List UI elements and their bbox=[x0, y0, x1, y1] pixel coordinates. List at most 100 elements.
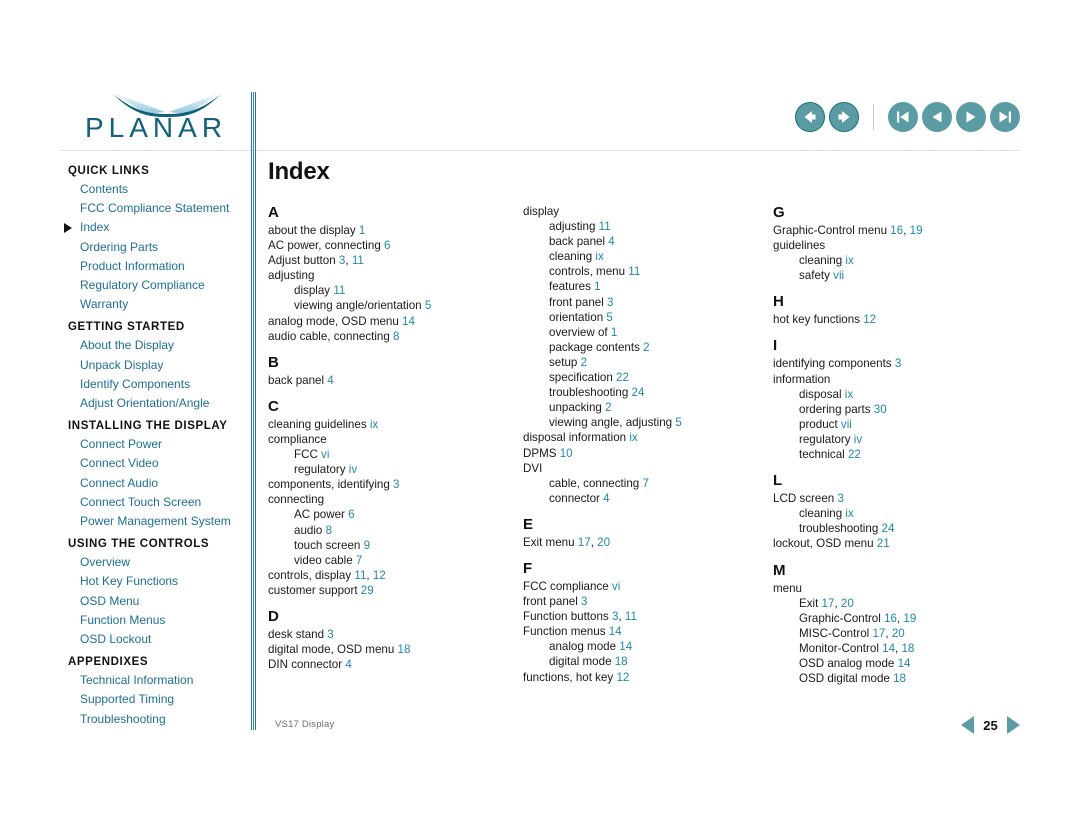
index-entry[interactable]: functions, hot key 12 bbox=[523, 670, 773, 685]
index-page-reference[interactable]: 5 bbox=[422, 299, 431, 312]
index-page-reference[interactable]: 3 bbox=[324, 628, 333, 641]
previous-page-button[interactable] bbox=[922, 102, 952, 132]
index-page-reference[interactable]: 8 bbox=[390, 330, 399, 343]
index-page-reference[interactable]: 18 bbox=[890, 672, 906, 685]
index-entry[interactable]: setup 2 bbox=[523, 355, 773, 370]
index-entry[interactable]: connector 4 bbox=[523, 491, 773, 506]
index-page-reference[interactable]: 12 bbox=[860, 313, 876, 326]
sidebar-item-adjust-orientation-angle[interactable]: Adjust Orientation/Angle bbox=[68, 394, 248, 413]
index-page-reference[interactable]: 12 bbox=[613, 671, 629, 684]
index-page-reference[interactable]: ix bbox=[842, 254, 853, 267]
forward-button[interactable] bbox=[829, 102, 859, 132]
index-entry[interactable]: adjusting bbox=[268, 268, 523, 283]
index-page-reference[interactable]: 7 bbox=[639, 477, 648, 490]
sidebar-item-supported-timing[interactable]: Supported Timing bbox=[68, 690, 248, 709]
sidebar-item-function-menus[interactable]: Function Menus bbox=[68, 611, 248, 630]
index-entry[interactable]: menu bbox=[773, 581, 1020, 596]
index-entry[interactable]: controls, display 11, 12 bbox=[268, 568, 523, 583]
index-page-reference[interactable]: 18 bbox=[394, 643, 411, 656]
index-page-reference[interactable]: 20 bbox=[889, 627, 905, 640]
sidebar-item-hot-key-functions[interactable]: Hot Key Functions bbox=[68, 572, 248, 591]
sidebar-item-technical-information[interactable]: Technical Information bbox=[68, 671, 248, 690]
index-entry[interactable]: back panel 4 bbox=[523, 234, 773, 249]
index-page-reference[interactable]: 24 bbox=[628, 386, 645, 399]
index-page-reference[interactable]: ix bbox=[842, 388, 853, 401]
index-entry[interactable]: connecting bbox=[268, 492, 523, 507]
index-entry[interactable]: AC power 6 bbox=[268, 507, 523, 522]
sidebar-item-regulatory-compliance[interactable]: Regulatory Compliance bbox=[68, 276, 248, 295]
index-page-reference[interactable]: 24 bbox=[878, 522, 895, 535]
index-entry[interactable]: Exit menu 17, 20 bbox=[523, 535, 773, 550]
index-entry[interactable]: Adjust button 3, 11 bbox=[268, 253, 523, 268]
index-entry[interactable]: about the display 1 bbox=[268, 223, 523, 238]
index-entry[interactable]: DPMS 10 bbox=[523, 446, 773, 461]
index-entry[interactable]: troubleshooting 24 bbox=[773, 521, 1020, 536]
index-entry[interactable]: Monitor-Control 14, 18 bbox=[773, 641, 1020, 656]
index-page-reference[interactable]: ix bbox=[367, 418, 378, 431]
sidebar-item-overview[interactable]: Overview bbox=[68, 553, 248, 572]
index-page-reference[interactable]: 29 bbox=[358, 584, 374, 597]
index-page-reference[interactable]: 14 bbox=[894, 657, 911, 670]
index-page-reference[interactable]: 3 bbox=[390, 478, 399, 491]
index-entry[interactable]: DIN connector 4 bbox=[268, 657, 523, 672]
index-entry[interactable]: troubleshooting 24 bbox=[523, 385, 773, 400]
index-page-reference[interactable]: 3 bbox=[336, 254, 345, 267]
last-page-button[interactable] bbox=[990, 102, 1020, 132]
index-page-reference[interactable]: 3 bbox=[609, 610, 618, 623]
index-page-reference[interactable]: 30 bbox=[871, 403, 887, 416]
index-entry[interactable]: front panel 3 bbox=[523, 295, 773, 310]
index-page-reference[interactable]: 19 bbox=[900, 612, 916, 625]
sidebar-item-index[interactable]: Index bbox=[64, 218, 248, 237]
index-page-reference[interactable]: 7 bbox=[353, 554, 362, 567]
index-entry[interactable]: customer support 29 bbox=[268, 583, 523, 598]
index-entry[interactable]: safety vii bbox=[773, 268, 1020, 283]
index-entry[interactable]: identifying components 3 bbox=[773, 356, 1020, 371]
index-entry[interactable]: display 11 bbox=[268, 283, 523, 298]
back-button[interactable] bbox=[795, 102, 825, 132]
index-entry[interactable]: adjusting 11 bbox=[523, 219, 773, 234]
index-page-reference[interactable]: ix bbox=[626, 431, 637, 444]
index-entry[interactable]: guidelines bbox=[773, 238, 1020, 253]
index-entry[interactable]: cleaning ix bbox=[773, 253, 1020, 268]
index-entry[interactable]: analog mode, OSD menu 14 bbox=[268, 314, 523, 329]
index-page-reference[interactable]: 3 bbox=[578, 595, 587, 608]
index-entry[interactable]: desk stand 3 bbox=[268, 627, 523, 642]
index-entry[interactable]: cleaning ix bbox=[773, 506, 1020, 521]
index-entry[interactable]: video cable 7 bbox=[268, 553, 523, 568]
index-page-reference[interactable]: 3 bbox=[892, 357, 901, 370]
index-entry[interactable]: compliance bbox=[268, 432, 523, 447]
index-entry[interactable]: package contents 2 bbox=[523, 340, 773, 355]
index-entry[interactable]: front panel 3 bbox=[523, 594, 773, 609]
index-entry[interactable]: OSD digital mode 18 bbox=[773, 671, 1020, 686]
index-entry[interactable]: overview of 1 bbox=[523, 325, 773, 340]
index-page-reference[interactable]: 2 bbox=[640, 341, 649, 354]
index-entry[interactable]: cable, connecting 7 bbox=[523, 476, 773, 491]
index-page-reference[interactable]: 18 bbox=[612, 655, 628, 668]
index-entry[interactable]: viewing angle/orientation 5 bbox=[268, 298, 523, 313]
index-page-reference[interactable]: vi bbox=[609, 580, 620, 593]
index-page-reference[interactable]: 3 bbox=[834, 492, 843, 505]
index-entry[interactable]: digital mode, OSD menu 18 bbox=[268, 642, 523, 657]
index-page-reference[interactable]: 22 bbox=[845, 448, 861, 461]
index-entry[interactable]: hot key functions 12 bbox=[773, 312, 1020, 327]
sidebar-item-identify-components[interactable]: Identify Components bbox=[68, 375, 248, 394]
index-entry[interactable]: Exit 17, 20 bbox=[773, 596, 1020, 611]
index-entry[interactable]: cleaning guidelines ix bbox=[268, 417, 523, 432]
index-entry[interactable]: back panel 4 bbox=[268, 373, 523, 388]
sidebar-item-osd-menu[interactable]: OSD Menu bbox=[68, 592, 248, 611]
sidebar-item-power-management-system[interactable]: Power Management System bbox=[68, 512, 248, 531]
index-page-reference[interactable]: 14 bbox=[606, 625, 622, 638]
index-page-reference[interactable]: 11 bbox=[330, 284, 345, 297]
index-entry[interactable]: FCC vi bbox=[268, 447, 523, 462]
first-page-button[interactable] bbox=[888, 102, 918, 132]
index-entry[interactable]: disposal ix bbox=[773, 387, 1020, 402]
index-page-reference[interactable]: 11 bbox=[595, 220, 611, 233]
index-page-reference[interactable]: 2 bbox=[602, 401, 611, 414]
index-page-reference[interactable]: 9 bbox=[360, 539, 370, 552]
next-page-button[interactable] bbox=[956, 102, 986, 132]
pager-next-icon[interactable] bbox=[1007, 716, 1020, 734]
index-page-reference[interactable]: 1 bbox=[356, 224, 365, 237]
index-page-reference[interactable]: 1 bbox=[591, 280, 600, 293]
index-page-reference[interactable]: 1 bbox=[608, 326, 617, 339]
index-page-reference[interactable]: 12 bbox=[370, 569, 386, 582]
